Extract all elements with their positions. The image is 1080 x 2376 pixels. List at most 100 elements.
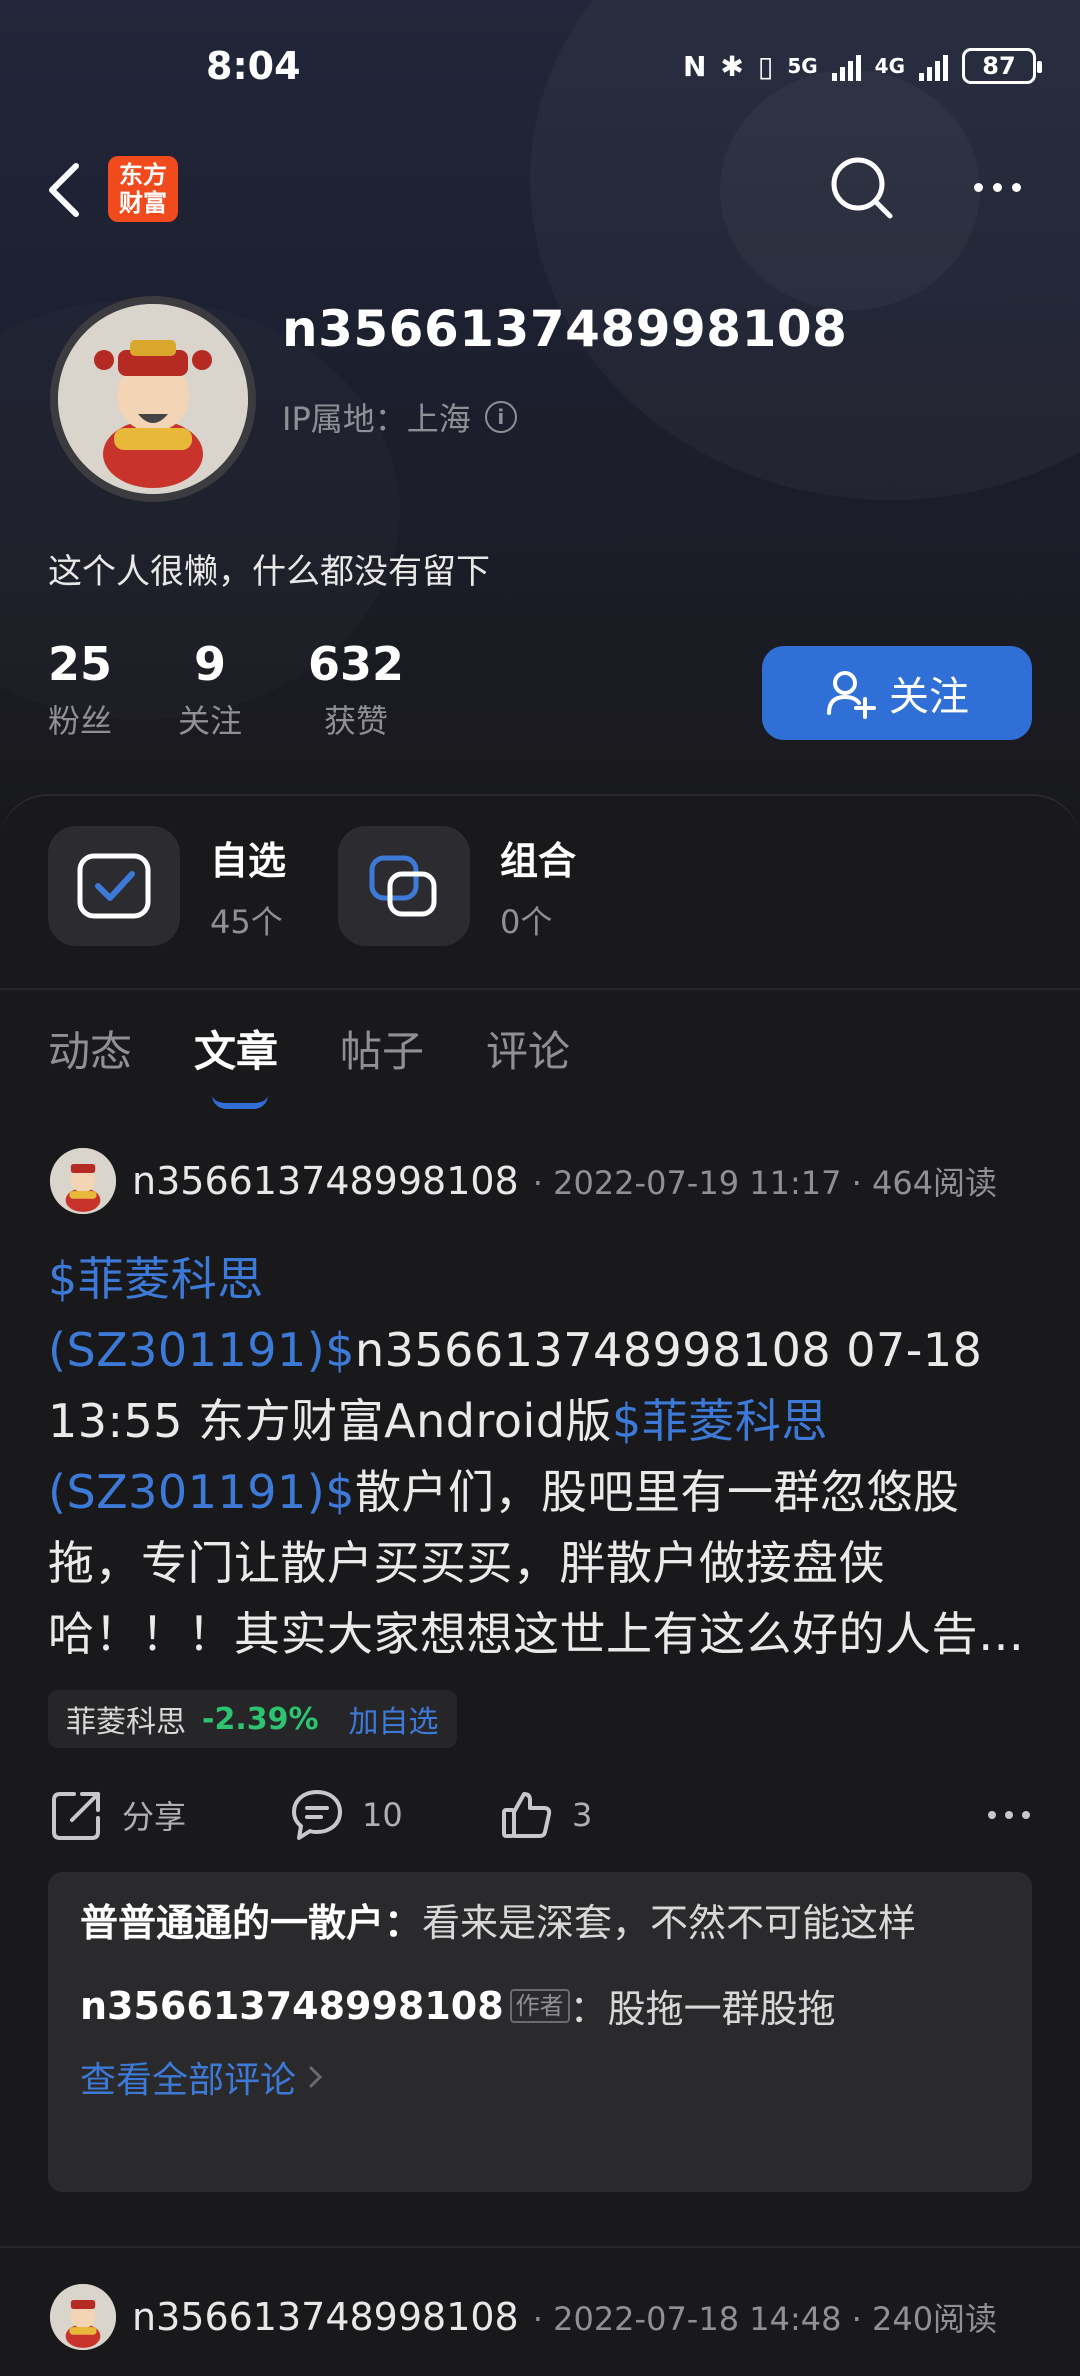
add-user-icon [827, 671, 876, 719]
profile-bio: 这个人很懒，什么都没有留下 [48, 552, 490, 592]
stock-tag[interactable]: 菲菱科思 -2.39% 加自选 [48, 1690, 457, 1748]
content-sheet: 自选 45个 组合 0个 动态 文章 帖子 评论 n35661374899810… [0, 794, 1080, 2376]
like-button[interactable]: 3 [500, 1788, 592, 1842]
comment-preview[interactable]: 普普通通的一散户：看来是深套，不然不可能这样 n356613748998108 … [48, 1872, 1032, 2192]
status-time: 8:04 [206, 44, 301, 88]
avatar-caishen-image [58, 304, 248, 494]
top-nav: 东方 财富 [0, 140, 1080, 240]
vibrate-icon: ▯ [757, 49, 774, 83]
author-avatar[interactable] [50, 2284, 116, 2350]
post-meta: · 2022-07-18 14:48 · 240阅读 [532, 2300, 998, 2338]
battery-icon: 87 [962, 48, 1042, 84]
divider [0, 988, 1080, 990]
active-tab-indicator [212, 1095, 269, 1109]
comment-button[interactable]: 10 [290, 1788, 500, 1842]
follow-button[interactable]: 关注 [762, 646, 1032, 740]
view-all-comments-link[interactable]: 查看全部评论 [80, 2051, 1000, 2103]
watchlist-check-icon [77, 853, 151, 919]
stat-value: 632 [308, 637, 405, 691]
post-card[interactable]: n356613748998108 · 2022-07-18 14:48 · 24… [0, 2284, 1080, 2364]
follow-label: 关注 [889, 674, 969, 720]
stat-value: 9 [194, 637, 227, 691]
tab-articles[interactable]: 文章 [194, 1018, 278, 1109]
comment-text: ：股拖一群股拖 [569, 1987, 836, 2031]
avatar-caishen-image [50, 1148, 116, 1214]
post-author[interactable]: n356613748998108 [132, 1159, 519, 1203]
post-author[interactable]: n356613748998108 [132, 2295, 519, 2339]
stat-label: 获赞 [324, 702, 389, 740]
profile-tabs: 动态 文章 帖子 评论 [48, 1018, 570, 1109]
more-dot-icon [988, 1811, 996, 1819]
portfolio-title: 组合 [500, 838, 577, 883]
stat-following[interactable]: 9 关注 [178, 636, 242, 742]
post-header: n356613748998108 · 2022-07-19 11:17 · 46… [50, 1148, 997, 1214]
portfolio-count: 0个 [500, 902, 553, 941]
watchlist-title: 自选 [210, 838, 287, 883]
back-button[interactable] [42, 160, 92, 220]
watchlist-card[interactable]: 自选 45个 [48, 826, 286, 946]
share-button[interactable]: 分享 [50, 1788, 290, 1842]
post-actions: 分享 10 3 [50, 1780, 1030, 1850]
comment-text: 看来是深套，不然不可能这样 [422, 1901, 917, 1945]
add-watchlist-link[interactable]: 加自选 [349, 1697, 439, 1741]
view-all-label: 查看全部评论 [80, 2060, 297, 2101]
like-count: 3 [572, 1796, 593, 1834]
ip-location-row: IP属地：上海 i [282, 394, 517, 440]
post-body[interactable]: $菲菱科思(SZ301191)$n356613748998108 07-18 1… [48, 1244, 1032, 1670]
more-dot-icon [1022, 1811, 1030, 1819]
author-avatar[interactable] [50, 1148, 116, 1214]
status-icons: N ✱ ▯ 5G 4G 87 [682, 48, 1042, 84]
more-dot-icon [992, 182, 1002, 192]
thumbs-up-icon [502, 1792, 552, 1838]
stock-tag-change: -2.39% [202, 1701, 319, 1737]
watchlist-count: 45个 [210, 902, 283, 941]
avatar-caishen-image [50, 2284, 116, 2350]
quick-cards: 自选 45个 组合 0个 [48, 826, 576, 946]
signal-4g-icon [919, 51, 948, 81]
profile-stats: 25 粉丝 9 关注 632 获赞 [48, 636, 470, 742]
comment-author[interactable]: n356613748998108 [80, 1984, 504, 2028]
search-button[interactable] [828, 154, 898, 224]
more-options-button[interactable] [962, 162, 1032, 212]
profile-username: n356613748998108 [282, 300, 848, 358]
stat-followers[interactable]: 25 粉丝 [48, 636, 112, 742]
share-icon [52, 1792, 100, 1840]
divider [0, 2246, 1080, 2248]
ip-location: IP属地：上海 [282, 400, 471, 438]
app-logo: 东方 财富 [108, 156, 178, 222]
status-bar: 8:04 N ✱ ▯ 5G 4G 87 [0, 0, 1080, 140]
search-icon [831, 157, 893, 219]
author-badge: 作者 [509, 1988, 570, 2023]
stat-likes: 632 获赞 [308, 636, 404, 742]
more-dot-icon [973, 182, 983, 192]
post-card[interactable]: n356613748998108 · 2022-07-19 11:17 · 46… [0, 1148, 1080, 2208]
portfolio-icon-box [338, 826, 471, 946]
bluetooth-icon: ✱ [720, 49, 744, 83]
stock-link[interactable]: $菲菱科思(SZ301191)$ [48, 1252, 355, 1377]
comment-item: 普普通通的一散户：看来是深套，不然不可能这样 [80, 1894, 1000, 1952]
comment-author[interactable]: 普普通通的一散户： [80, 1901, 422, 1945]
post-more-button[interactable] [988, 1811, 1030, 1819]
tab-posts[interactable]: 帖子 [340, 1018, 424, 1079]
network-4g-label: 4G [874, 54, 905, 78]
share-label: 分享 [122, 1798, 187, 1836]
comment-count: 10 [362, 1796, 403, 1834]
tab-activity[interactable]: 动态 [48, 1018, 132, 1079]
more-dot-icon [1011, 182, 1021, 192]
signal-5g-icon [831, 51, 861, 81]
portfolio-card[interactable]: 组合 0个 [338, 826, 576, 946]
network-5g-label: 5G [787, 54, 818, 78]
logo-line-2: 财富 [119, 189, 167, 217]
back-arrow-icon [49, 163, 79, 217]
post-header: n356613748998108 · 2022-07-18 14:48 · 24… [50, 2284, 997, 2350]
chevron-right-icon [309, 2066, 323, 2088]
stock-tag-name: 菲菱科思 [66, 1705, 186, 1740]
watchlist-icon-box [48, 826, 180, 946]
profile-avatar[interactable] [50, 296, 256, 502]
more-dot-icon [1005, 1811, 1013, 1819]
nfc-icon: N [682, 49, 707, 83]
info-icon[interactable]: i [484, 401, 517, 433]
comment-item: n356613748998108 作者 ：股拖一群股拖 [80, 1978, 1000, 2033]
portfolio-icon [369, 855, 437, 917]
tab-comments[interactable]: 评论 [486, 1018, 570, 1079]
